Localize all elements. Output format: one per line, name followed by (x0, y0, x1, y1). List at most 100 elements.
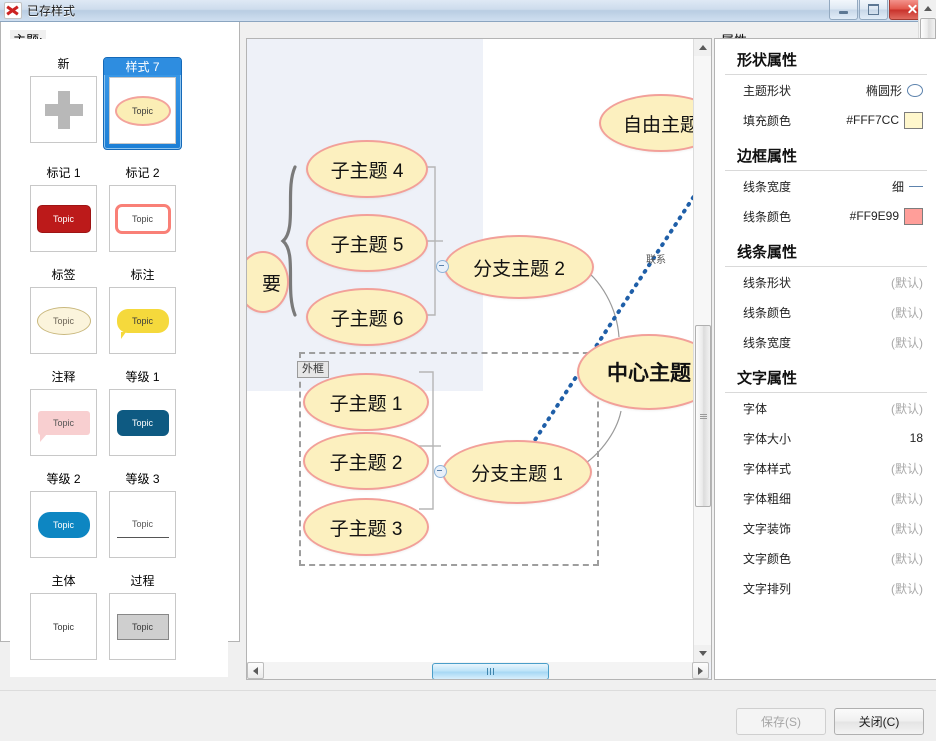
mindmap-node-sub-1[interactable]: 子主题 1 (303, 373, 429, 431)
theme-item-preview[interactable]: Topic (30, 389, 97, 456)
themes-scroll-viewport[interactable]: 新样式 7Topic标记 1Topic标记 2Topic标签Topic标注Top… (10, 39, 228, 677)
theme-item-4[interactable]: 标签Topic (24, 268, 103, 354)
property-label: 线条宽度 (743, 334, 791, 351)
property-row[interactable]: 主题形状椭圆形 (715, 75, 936, 105)
themes-scroll-up-button[interactable] (919, 0, 936, 17)
property-row[interactable]: 字体大小18 (715, 423, 936, 453)
theme-item-preview[interactable]: Topic (30, 491, 97, 558)
save-button-label: 保存(S) (761, 713, 801, 730)
property-value-text: (默认) (891, 550, 923, 567)
theme-swatch-ellipse2: Topic (37, 307, 91, 335)
minimize-button[interactable] (829, 0, 858, 20)
color-swatch-icon[interactable] (904, 112, 923, 129)
property-label: 线条颜色 (743, 208, 791, 225)
theme-swatch-label: Topic (132, 418, 153, 428)
mindmap-canvas[interactable]: 外框 要 自由主题 中心主题 分支主题 2 分支主题 1 子主题 4 (247, 39, 694, 662)
close-dialog-button[interactable]: 关闭(C) (834, 708, 924, 735)
canvas-horizontal-scroll-thumb[interactable] (432, 663, 549, 680)
relationship-label: 联系 (646, 251, 666, 266)
theme-item-3[interactable]: 标记 2Topic (103, 166, 182, 252)
theme-item-caption: 标记 1 (24, 166, 103, 181)
property-value[interactable]: 细 (892, 178, 923, 195)
property-row[interactable]: 字体样式(默认) (715, 453, 936, 483)
theme-item-2[interactable]: 标记 1 Topic (24, 166, 103, 252)
theme-item-preview[interactable]: Topic (109, 287, 176, 354)
collapse-toggle-branch-1[interactable] (434, 465, 447, 478)
mindmap-node-sub-2[interactable]: 子主题 2 (303, 432, 429, 490)
property-value[interactable]: (默认) (891, 520, 923, 537)
theme-item-preview[interactable]: Topic (109, 389, 176, 456)
property-value[interactable]: 椭圆形 (866, 82, 923, 99)
property-row[interactable]: 线条形状 (默认) (715, 267, 936, 297)
property-value[interactable]: (默认) (891, 334, 923, 351)
mindmap-node-sub-3[interactable]: 子主题 3 (303, 498, 429, 556)
theme-item-7[interactable]: 等级 1Topic (103, 370, 182, 456)
theme-item-0[interactable]: 新 (24, 57, 103, 150)
color-swatch-icon[interactable] (904, 208, 923, 225)
mindmap-node-branch-1[interactable]: 分支主题 1 (442, 440, 592, 504)
canvas-scroll-right-button[interactable] (692, 662, 709, 679)
property-row[interactable]: 填充颜色#FFF7CC (715, 105, 936, 135)
property-row[interactable]: 线条颜色(默认) (715, 297, 936, 327)
property-value[interactable]: (默认) (891, 490, 923, 507)
property-row[interactable]: 字体粗细(默认) (715, 483, 936, 513)
property-row[interactable]: 文字颜色(默认) (715, 543, 936, 573)
grip-icon (487, 668, 494, 675)
canvas-vertical-scroll-thumb[interactable] (695, 325, 711, 507)
mindmap-node-branch-2[interactable]: 分支主题 2 (444, 235, 594, 299)
property-row[interactable]: 线条宽度 (默认) (715, 327, 936, 357)
chevron-right-icon (698, 667, 703, 675)
property-value[interactable]: (默认) (891, 400, 923, 417)
theme-item-preview[interactable]: Topic (109, 77, 176, 144)
theme-item-6[interactable]: 注释Topic (24, 370, 103, 456)
theme-item-5[interactable]: 标注Topic (103, 268, 182, 354)
collapse-toggle-branch-2[interactable] (436, 260, 449, 273)
theme-item-preview[interactable] (30, 76, 97, 143)
theme-item-preview[interactable]: Topic (30, 593, 97, 660)
canvas-vertical-scrollbar[interactable] (693, 39, 711, 662)
theme-swatch-label: Topic (132, 106, 153, 116)
theme-item-wrapper: 样式 7Topic (103, 57, 182, 150)
canvas-scroll-left-button[interactable] (247, 662, 264, 679)
property-row[interactable]: 文字装饰(默认) (715, 513, 936, 543)
property-value[interactable]: (默认) (891, 550, 923, 567)
property-value[interactable]: (默认) (891, 274, 923, 291)
canvas-scroll-up-button[interactable] (694, 39, 711, 56)
property-row[interactable]: 线条颜色 #FF9E99 (715, 201, 936, 231)
maximize-button[interactable] (859, 0, 888, 20)
theme-item-preview[interactable]: Topic (109, 491, 176, 558)
save-button[interactable]: 保存(S) (736, 708, 826, 735)
property-label: 字体 (743, 400, 767, 417)
theme-item-11[interactable]: 过程Topic (103, 574, 182, 660)
theme-item-9[interactable]: 等级 3Topic (103, 472, 182, 558)
theme-item-preview[interactable]: Topic (109, 593, 176, 660)
mindmap-node-sub-6[interactable]: 子主题 6 (306, 288, 428, 346)
ellipse-shape-icon (907, 84, 923, 97)
canvas-horizontal-scrollbar[interactable] (247, 662, 709, 679)
node-label: 子主题 5 (331, 230, 404, 257)
property-row[interactable]: 线条宽度细 (715, 171, 936, 201)
property-label: 线条形状 (743, 274, 791, 291)
property-value[interactable]: #FF9E99 (850, 208, 923, 225)
property-value[interactable]: (默认) (891, 580, 923, 597)
theme-item-1[interactable]: 样式 7Topic (103, 57, 182, 150)
theme-item-wrapper: 标记 1 Topic (24, 166, 103, 252)
property-value[interactable]: (默认) (891, 304, 923, 321)
property-value[interactable]: (默认) (891, 460, 923, 477)
mindmap-canvas-area[interactable]: 外框 要 自由主题 中心主题 分支主题 2 分支主题 1 子主题 4 (246, 38, 712, 680)
mindmap-node-sub-5[interactable]: 子主题 5 (306, 214, 428, 272)
property-row[interactable]: 文字排列(默认) (715, 573, 936, 603)
theme-item-preview[interactable]: Topic (109, 185, 176, 252)
theme-swatch-ellipse: Topic (115, 96, 171, 126)
theme-item-10[interactable]: 主体Topic (24, 574, 103, 660)
property-value[interactable]: #FFF7CC (846, 112, 923, 129)
maximize-icon (868, 4, 879, 15)
theme-item-preview[interactable]: Topic (30, 287, 97, 354)
property-value[interactable]: 18 (910, 431, 923, 445)
theme-item-8[interactable]: 等级 2Topic (24, 472, 103, 558)
theme-item-wrapper: 等级 1Topic (103, 370, 182, 456)
theme-item-preview[interactable]: Topic (30, 185, 97, 252)
canvas-scroll-down-button[interactable] (694, 645, 711, 662)
mindmap-node-sub-4[interactable]: 子主题 4 (306, 140, 428, 198)
property-row[interactable]: 字体 (默认) (715, 393, 936, 423)
